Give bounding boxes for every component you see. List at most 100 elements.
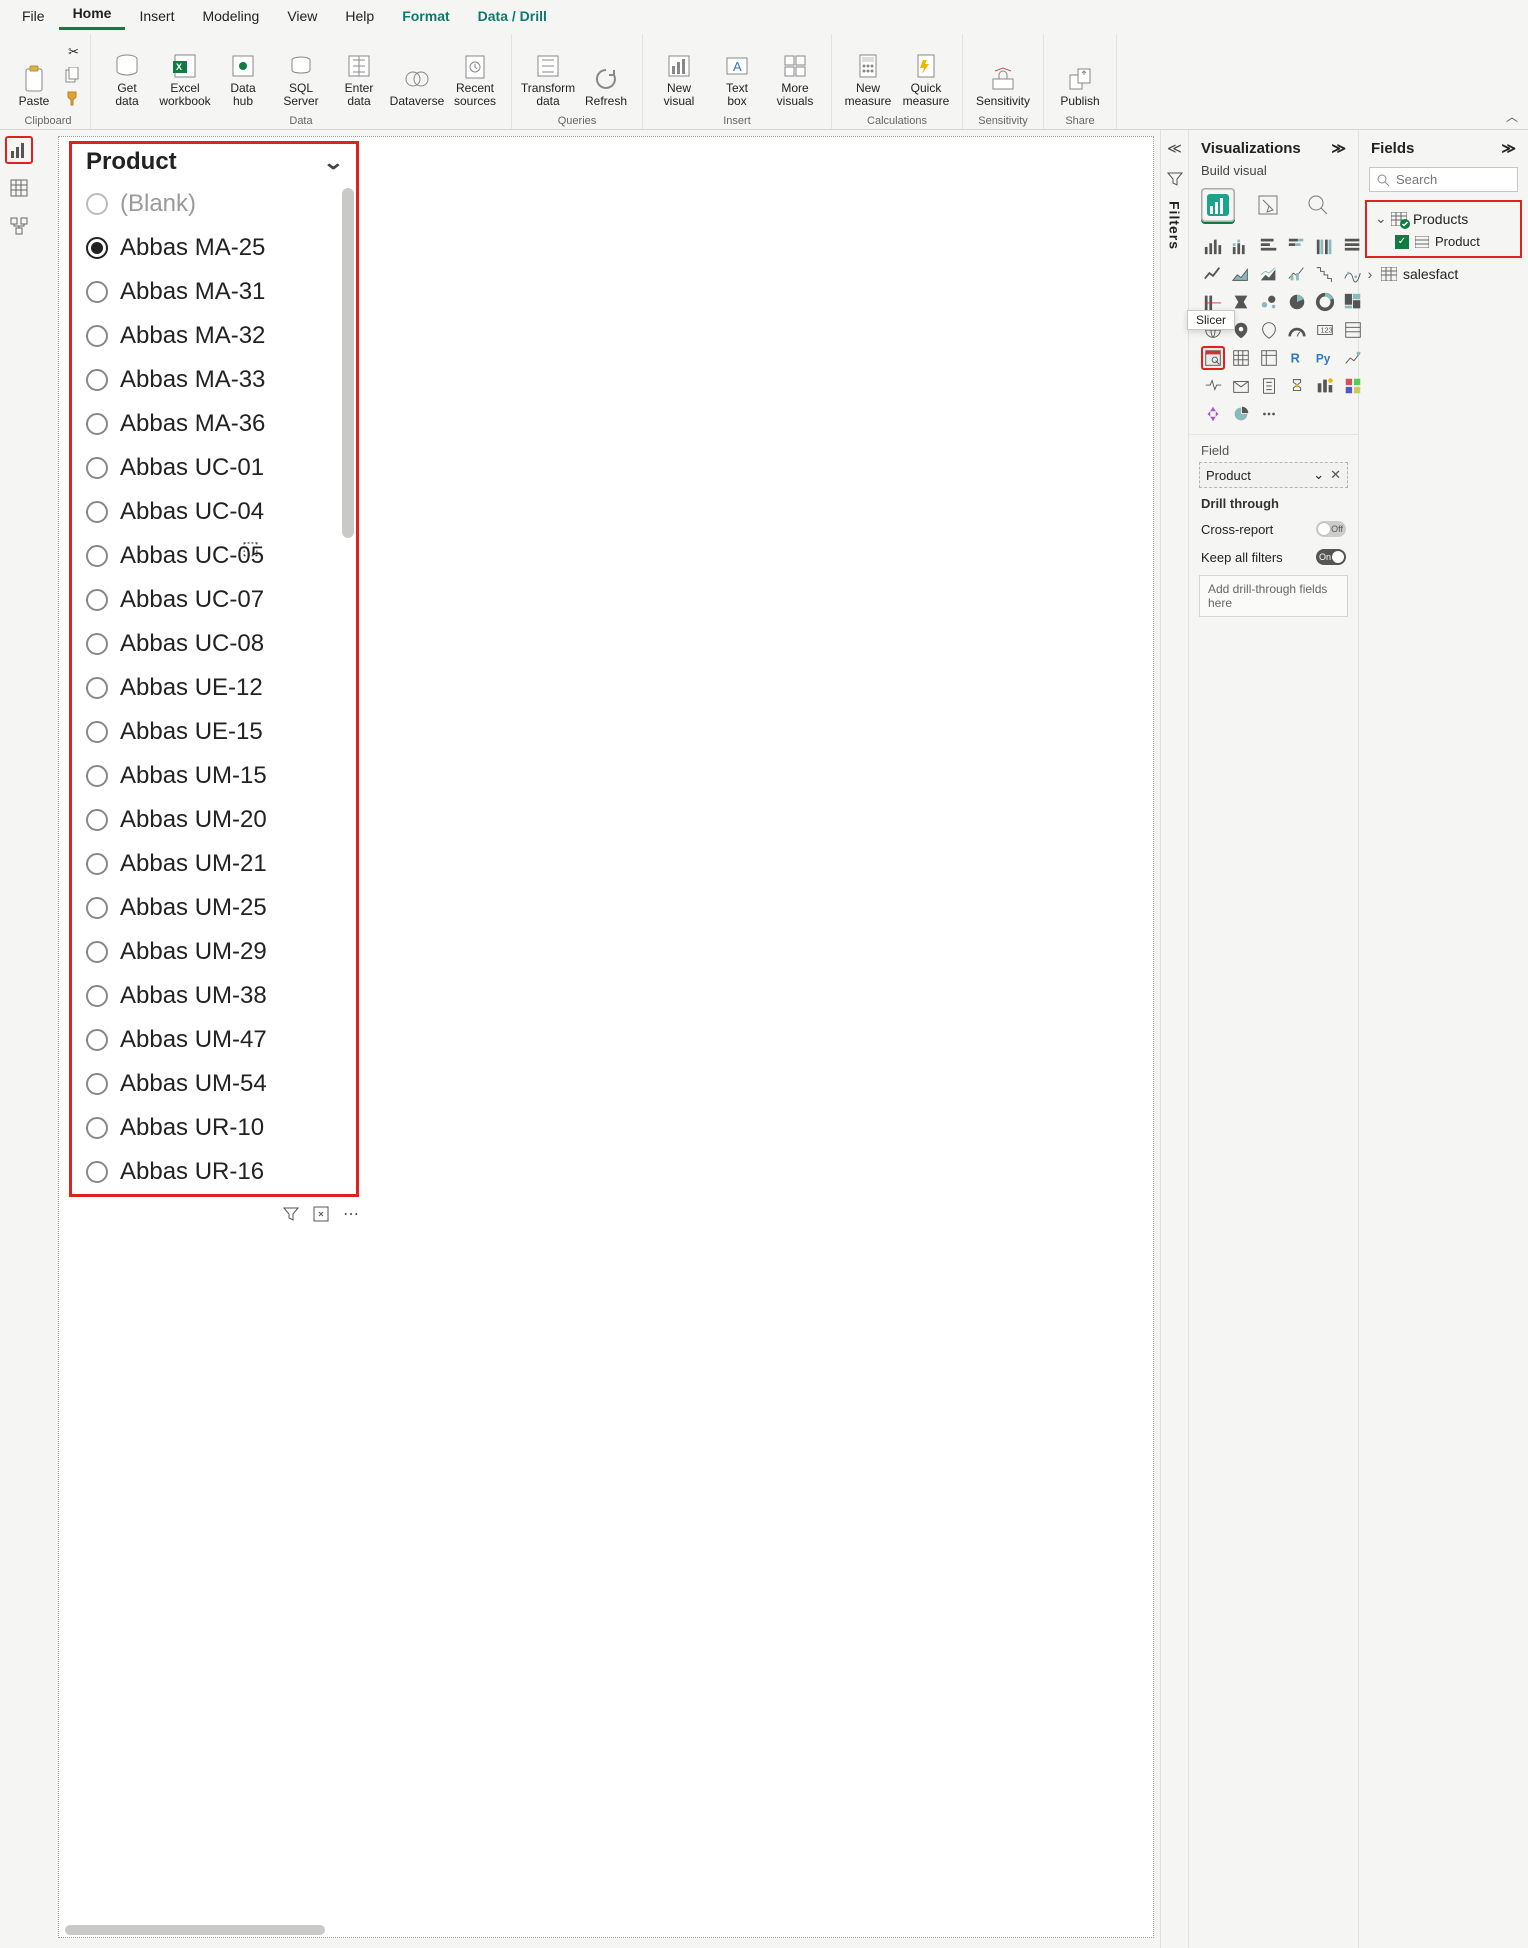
refresh-button[interactable]: Refresh [578, 36, 634, 110]
radio-icon[interactable] [86, 193, 108, 215]
viz-type-button[interactable] [1229, 262, 1253, 286]
viz-type-button[interactable] [1341, 346, 1365, 370]
slicer-item[interactable]: Abbas UC-04 [86, 490, 356, 534]
radio-icon[interactable] [86, 457, 108, 479]
drill-drop-area[interactable]: Add drill-through fields here [1199, 575, 1348, 617]
viz-type-button[interactable] [1313, 290, 1337, 314]
filter-icon[interactable] [283, 1206, 299, 1222]
slicer-item[interactable]: Abbas UE-12 [86, 666, 356, 710]
radio-icon[interactable] [86, 853, 108, 875]
viz-type-button[interactable] [1257, 234, 1281, 258]
sql-server-button[interactable]: SQL Server [273, 36, 329, 110]
tab-help[interactable]: Help [331, 2, 388, 30]
slicer-item[interactable]: Abbas UR-16 [86, 1150, 356, 1194]
format-painter-button[interactable] [57, 87, 81, 109]
transform-data-button[interactable]: Transform data [520, 36, 576, 110]
radio-icon[interactable] [86, 281, 108, 303]
table-salesfact[interactable]: › salesfact [1359, 262, 1528, 286]
field-product[interactable]: ✓ Product [1369, 231, 1518, 252]
tab-insert[interactable]: Insert [125, 2, 188, 30]
fields-search[interactable] [1369, 167, 1518, 192]
viz-type-button[interactable] [1285, 234, 1309, 258]
slicer-header[interactable]: Product ⌄ [72, 144, 356, 180]
radio-icon[interactable] [86, 633, 108, 655]
cut-button[interactable]: ✂ [57, 41, 81, 63]
viz-type-button[interactable] [1257, 262, 1281, 286]
viz-type-button[interactable] [1341, 318, 1365, 342]
radio-icon[interactable] [86, 677, 108, 699]
excel-workbook-button[interactable]: XExcel workbook [157, 36, 213, 110]
keep-filters-toggle[interactable]: On [1316, 549, 1346, 565]
viz-type-button[interactable] [1257, 402, 1281, 426]
radio-icon[interactable] [86, 501, 108, 523]
slicer-item[interactable]: Abbas UM-15 [86, 754, 356, 798]
viz-type-button[interactable]: R [1285, 346, 1309, 370]
viz-type-button[interactable] [1257, 346, 1281, 370]
radio-icon[interactable] [86, 897, 108, 919]
slicer-item[interactable]: Abbas UC-05 [86, 534, 356, 578]
viz-type-button[interactable] [1341, 290, 1365, 314]
enter-data-button[interactable]: Enter data [331, 36, 387, 110]
tab-file[interactable]: File [8, 2, 59, 30]
recent-sources-button[interactable]: Recent sources [447, 36, 503, 110]
viz-type-button[interactable] [1229, 234, 1253, 258]
report-canvas[interactable]: Product ⌄ (Blank)Abbas MA-25Abbas MA-31A… [58, 136, 1154, 1938]
publish-button[interactable]: Publish [1052, 36, 1108, 110]
chevron-down-icon[interactable]: ⌄ [323, 150, 345, 175]
data-view-button[interactable] [5, 174, 33, 202]
more-visuals-button[interactable]: More visuals [767, 36, 823, 110]
viz-type-button[interactable] [1229, 402, 1253, 426]
slicer-visual[interactable]: Product ⌄ (Blank)Abbas MA-25Abbas MA-31A… [69, 141, 359, 1197]
radio-icon[interactable] [86, 589, 108, 611]
field-remove-button[interactable]: ✕ [1330, 467, 1341, 482]
text-box-button[interactable]: AText box [709, 36, 765, 110]
slicer-item[interactable]: Abbas MA-36 [86, 402, 356, 446]
viz-type-button[interactable] [1257, 374, 1281, 398]
get-data-button[interactable]: Get data [99, 36, 155, 110]
slicer-item[interactable]: Abbas MA-32 [86, 314, 356, 358]
copy-button[interactable] [57, 64, 81, 86]
slicer-scrollbar[interactable] [342, 188, 354, 538]
tab-view[interactable]: View [273, 2, 331, 30]
viz-type-button[interactable] [1341, 374, 1365, 398]
slicer-item[interactable]: Abbas UM-38 [86, 974, 356, 1018]
field-well-product[interactable]: Product ⌄✕ [1199, 462, 1348, 488]
slicer-item[interactable]: Abbas UC-08 [86, 622, 356, 666]
radio-icon[interactable] [86, 809, 108, 831]
cross-report-toggle[interactable]: Off [1316, 521, 1346, 537]
radio-icon[interactable] [86, 1117, 108, 1139]
viz-type-button[interactable] [1201, 374, 1225, 398]
tab-home[interactable]: Home [59, 0, 126, 30]
viz-type-button[interactable] [1285, 318, 1309, 342]
collapse-fields-button[interactable]: ≫ [1501, 140, 1516, 157]
radio-icon[interactable] [86, 1161, 108, 1183]
quick-measure-button[interactable]: Quick measure [898, 36, 954, 110]
viz-type-button[interactable] [1341, 234, 1365, 258]
slicer-item[interactable]: (Blank) [86, 182, 356, 226]
radio-icon[interactable] [86, 765, 108, 787]
slicer-item[interactable]: Abbas UM-20 [86, 798, 356, 842]
slicer-item[interactable]: Abbas UM-21 [86, 842, 356, 886]
tab-data-drill[interactable]: Data / Drill [464, 2, 561, 30]
slicer-item[interactable]: Abbas UM-25 [86, 886, 356, 930]
slicer-item[interactable]: Abbas UM-54 [86, 1062, 356, 1106]
radio-icon[interactable] [86, 1073, 108, 1095]
slicer-item[interactable]: Abbas UM-29 [86, 930, 356, 974]
radio-icon[interactable] [86, 721, 108, 743]
radio-icon[interactable] [86, 413, 108, 435]
slicer-item[interactable]: Abbas UC-01 [86, 446, 356, 490]
viz-type-button[interactable] [1229, 346, 1253, 370]
viz-type-button[interactable] [1313, 234, 1337, 258]
more-options-icon[interactable]: ⋯ [343, 1204, 359, 1224]
expand-filters-button[interactable]: ≪ [1167, 140, 1182, 157]
analytics-tab[interactable] [1301, 188, 1335, 222]
build-visual-tab[interactable] [1201, 188, 1235, 222]
viz-type-button[interactable] [1229, 374, 1253, 398]
tab-format[interactable]: Format [388, 2, 463, 30]
radio-icon[interactable] [86, 545, 108, 567]
viz-type-button[interactable] [1201, 262, 1225, 286]
format-visual-tab[interactable] [1251, 188, 1285, 222]
collapse-viz-button[interactable]: ≫ [1331, 140, 1346, 157]
radio-icon[interactable] [86, 941, 108, 963]
slicer-item[interactable]: Abbas MA-25 [86, 226, 356, 270]
